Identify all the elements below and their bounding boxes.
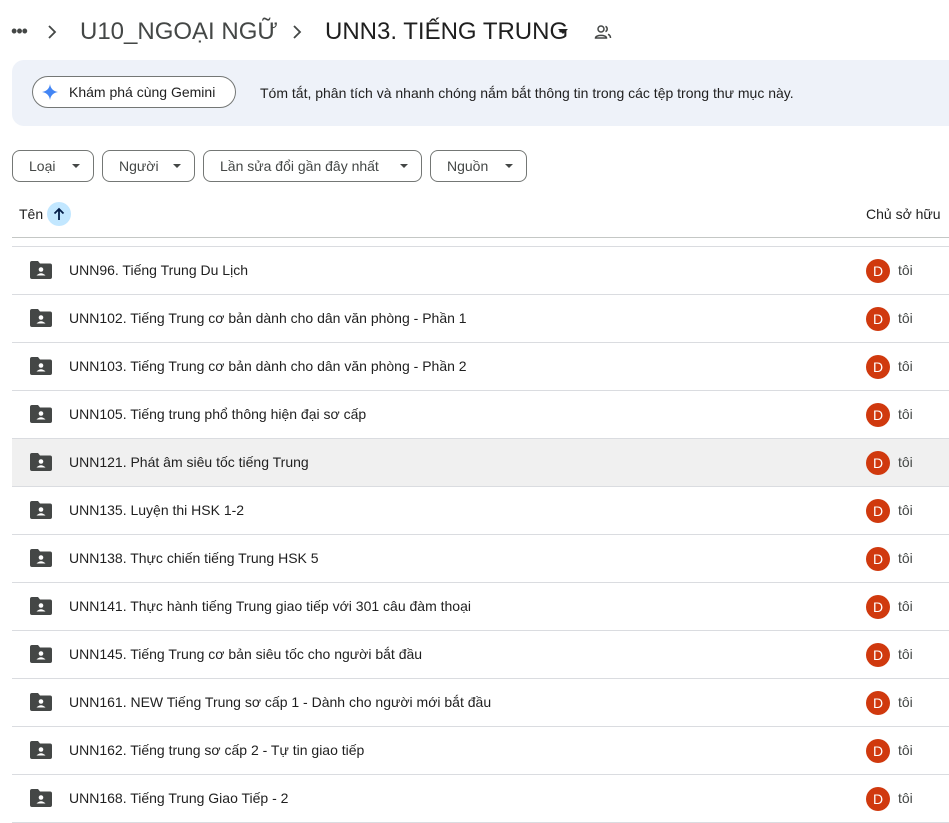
shared-folder-icon	[30, 693, 52, 711]
shared-folder-icon	[30, 645, 52, 663]
gemini-description: Tóm tắt, phân tích và nhanh chóng nắm bắ…	[260, 85, 794, 101]
avatar: D	[866, 499, 890, 523]
shared-folder-icon	[30, 309, 52, 327]
avatar: D	[866, 403, 890, 427]
list-item[interactable]: UNN162. Tiếng trung sơ cấp 2 - Tự tin gi…	[12, 727, 949, 775]
sort-ascending-button[interactable]	[47, 202, 71, 226]
owner-label: tôi	[898, 454, 913, 470]
owner-label: tôi	[898, 742, 913, 758]
avatar: D	[866, 691, 890, 715]
list-item[interactable]: UNN161. NEW Tiếng Trung sơ cấp 1 - Dành …	[12, 679, 949, 727]
filter-type-chip[interactable]: Loại	[12, 150, 94, 182]
column-name-header[interactable]: Tên	[19, 206, 43, 222]
avatar: D	[866, 307, 890, 331]
list-item[interactable]: UNN103. Tiếng Trung cơ bản dành cho dân …	[12, 343, 949, 391]
gemini-button-label: Khám phá cùng Gemini	[69, 84, 216, 100]
file-name: UNN138. Thực chiến tiếng Trung HSK 5	[69, 550, 319, 566]
file-name: UNN162. Tiếng trung sơ cấp 2 - Tự tin gi…	[69, 742, 365, 758]
owner-label: tôi	[898, 358, 913, 374]
file-name: UNN141. Thực hành tiếng Trung giao tiếp …	[69, 598, 471, 614]
dropdown-arrow-icon	[173, 164, 181, 168]
file-name: UNN168. Tiếng Trung Giao Tiếp - 2	[69, 790, 289, 806]
owner-label: tôi	[898, 406, 913, 422]
shared-folder-icon	[30, 741, 52, 759]
avatar: D	[866, 643, 890, 667]
filter-label: Loại	[29, 158, 56, 174]
chevron-right-icon	[293, 25, 302, 39]
filter-label: Nguồn	[447, 158, 489, 174]
shared-folder-icon	[30, 405, 52, 423]
shared-folder-icon	[30, 597, 52, 615]
owner-label: tôi	[898, 550, 913, 566]
dropdown-arrow-icon	[400, 164, 408, 168]
list-item[interactable]: UNN96. Tiếng Trung Du Lịch D tôi	[12, 246, 949, 295]
avatar: D	[866, 547, 890, 571]
list-item[interactable]: UNN105. Tiếng trung phổ thông hiện đại s…	[12, 391, 949, 439]
filter-modified-chip[interactable]: Lần sửa đổi gần đây nhất	[203, 150, 422, 182]
file-name: UNN161. NEW Tiếng Trung sơ cấp 1 - Dành …	[69, 694, 492, 710]
file-name: UNN145. Tiếng Trung cơ bản siêu tốc cho …	[69, 646, 423, 662]
shared-folder-icon	[30, 453, 52, 471]
filter-source-chip[interactable]: Nguồn	[430, 150, 527, 182]
file-name: UNN135. Luyện thi HSK 1-2	[69, 502, 245, 518]
shared-folder-icon	[30, 501, 52, 519]
filter-label: Người	[119, 158, 159, 174]
avatar: D	[866, 451, 890, 475]
owner-label: tôi	[898, 502, 913, 518]
list-item[interactable]: UNN145. Tiếng Trung cơ bản siêu tốc cho …	[12, 631, 949, 679]
owner-label: tôi	[898, 262, 913, 278]
caret-down-icon[interactable]	[558, 29, 568, 34]
arrow-up-icon	[53, 207, 65, 220]
file-name: UNN102. Tiếng Trung cơ bản dành cho dân …	[69, 310, 467, 326]
filter-people-chip[interactable]: Người	[102, 150, 195, 182]
shared-folder-icon	[30, 357, 52, 375]
owner-label: tôi	[898, 694, 913, 710]
gemini-sparkle-icon	[42, 84, 58, 100]
avatar: D	[866, 739, 890, 763]
list-item[interactable]: UNN135. Luyện thi HSK 1-2 D tôi	[12, 487, 949, 535]
dropdown-arrow-icon	[505, 164, 513, 168]
list-item[interactable]: UNN121. Phát âm siêu tốc tiếng Trung D t…	[12, 439, 949, 487]
more-icon[interactable]: •••	[8, 18, 30, 44]
avatar: D	[866, 259, 890, 283]
gemini-explore-button[interactable]: Khám phá cùng Gemini	[32, 76, 236, 108]
column-owner-header[interactable]: Chủ sở hữu	[866, 206, 941, 222]
file-name: UNN96. Tiếng Trung Du Lịch	[69, 262, 248, 278]
file-list: UNN96. Tiếng Trung Du Lịch D tôi UNN102.…	[12, 246, 949, 823]
file-name: UNN103. Tiếng Trung cơ bản dành cho dân …	[69, 358, 467, 374]
breadcrumb-parent[interactable]: U10_NGOẠI NGỮ	[80, 16, 278, 48]
shared-folder-icon	[30, 789, 52, 807]
shared-folder-icon	[30, 261, 52, 279]
filter-label: Lần sửa đổi gần đây nhất	[220, 158, 379, 174]
owner-label: tôi	[898, 598, 913, 614]
list-item[interactable]: UNN141. Thực hành tiếng Trung giao tiếp …	[12, 583, 949, 631]
avatar: D	[866, 787, 890, 811]
owner-label: tôi	[898, 646, 913, 662]
column-header: Tên Chủ sở hữu	[12, 194, 949, 238]
avatar: D	[866, 355, 890, 379]
avatar: D	[866, 595, 890, 619]
divider	[12, 237, 949, 238]
gemini-banner: Khám phá cùng Gemini Tóm tắt, phân tích …	[12, 60, 949, 126]
owner-label: tôi	[898, 790, 913, 806]
breadcrumb: ••• U10_NGOẠI NGỮ UNN3. TIẾNG TRUNG	[0, 0, 949, 64]
list-item[interactable]: UNN138. Thực chiến tiếng Trung HSK 5 D t…	[12, 535, 949, 583]
owner-label: tôi	[898, 310, 913, 326]
list-item[interactable]: UNN102. Tiếng Trung cơ bản dành cho dân …	[12, 295, 949, 343]
file-name: UNN105. Tiếng trung phổ thông hiện đại s…	[69, 406, 367, 422]
chevron-right-icon	[48, 25, 57, 39]
dropdown-arrow-icon	[72, 164, 80, 168]
people-icon[interactable]	[593, 22, 613, 42]
breadcrumb-current-folder[interactable]: UNN3. TIẾNG TRUNG	[325, 16, 568, 48]
shared-folder-icon	[30, 549, 52, 567]
file-name: UNN121. Phát âm siêu tốc tiếng Trung	[69, 454, 309, 470]
